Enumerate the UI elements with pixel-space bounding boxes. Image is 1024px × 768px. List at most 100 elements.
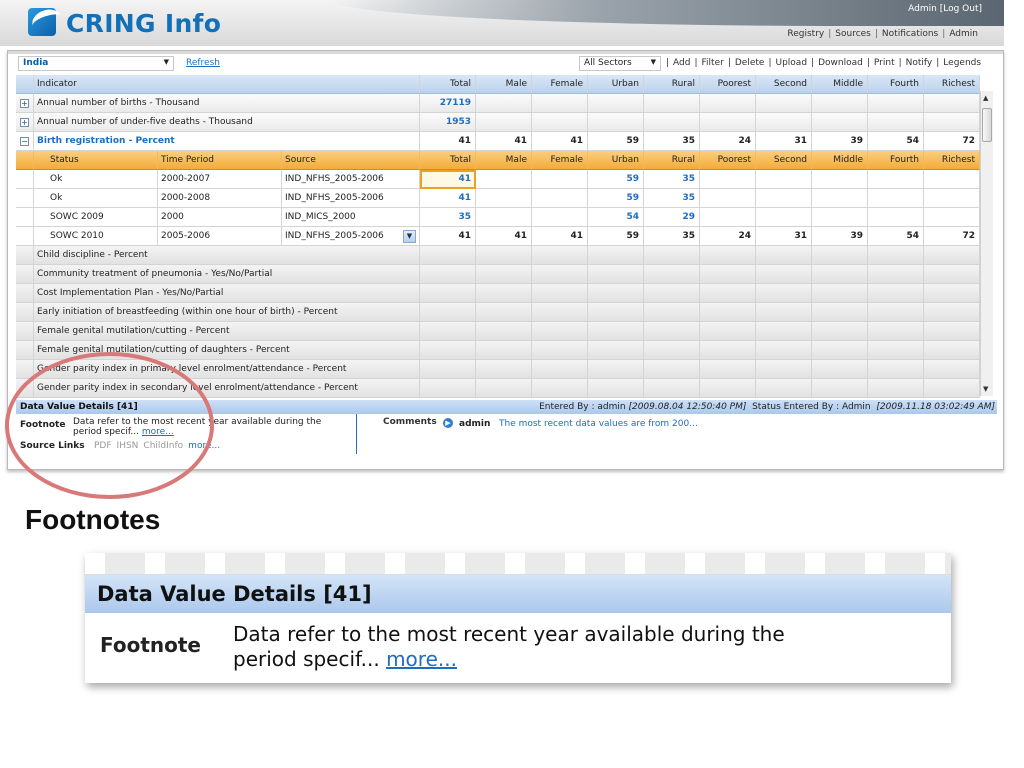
comment-text[interactable]: The most recent data values are from 200… (499, 419, 698, 429)
source-value[interactable]: 35 (644, 227, 700, 246)
indicator-value-cell[interactable] (420, 265, 476, 284)
indicator-value-cell[interactable] (924, 341, 980, 360)
column-header-female[interactable]: Female (532, 75, 588, 94)
source-value[interactable] (476, 189, 532, 208)
source-time-period[interactable]: 2000-2007 (158, 170, 282, 189)
source-value[interactable] (756, 208, 812, 227)
source-value[interactable] (812, 208, 868, 227)
indicator-value-cell[interactable] (644, 113, 700, 132)
sub-header-fourth[interactable]: Fourth (868, 151, 924, 170)
indicator-value-cell[interactable] (532, 94, 588, 113)
indicator-value-cell[interactable] (868, 284, 924, 303)
source-value[interactable]: 41 (420, 227, 476, 246)
indicator-value-cell[interactable] (868, 379, 924, 398)
source-value[interactable] (476, 170, 532, 189)
indicator-value-cell[interactable] (812, 379, 868, 398)
vertical-scrollbar[interactable]: ▲ ▼ (980, 91, 993, 396)
user-logout-link[interactable]: Admin [Log Out] (908, 4, 982, 14)
source-status[interactable]: Ok (34, 170, 158, 189)
source-value[interactable] (756, 170, 812, 189)
indicator-value-cell[interactable] (588, 265, 644, 284)
indicator-value-cell[interactable] (532, 284, 588, 303)
indicator-label[interactable]: Annual number of births - Thousand (34, 94, 420, 113)
source-value[interactable]: 39 (812, 227, 868, 246)
nav-sources[interactable]: Sources (835, 29, 871, 39)
indicator-value-cell[interactable] (756, 341, 812, 360)
indicator-value-cell[interactable] (812, 341, 868, 360)
sub-header-source[interactable]: Source (282, 151, 420, 170)
source-dropdown-icon[interactable]: ▼ (403, 230, 416, 243)
indicator-value-cell[interactable] (588, 303, 644, 322)
source-value[interactable]: 54 (588, 208, 644, 227)
indicator-value-cell[interactable] (756, 360, 812, 379)
scroll-down-icon[interactable]: ▼ (983, 385, 988, 393)
indicator-value-cell[interactable] (756, 284, 812, 303)
source-value[interactable] (812, 189, 868, 208)
source-value[interactable]: 54 (868, 227, 924, 246)
indicator-value-cell[interactable] (868, 113, 924, 132)
expand-cell[interactable]: + (16, 94, 34, 113)
indicator-value-cell[interactable] (700, 322, 756, 341)
indicator-label[interactable]: Annual number of under-five deaths - Tho… (34, 113, 420, 132)
source-value[interactable]: 35 (644, 170, 700, 189)
indicator-value-cell[interactable] (924, 379, 980, 398)
sub-header-second[interactable]: Second (756, 151, 812, 170)
indicator-value-cell[interactable] (644, 284, 700, 303)
indicator-value-cell[interactable] (476, 303, 532, 322)
indicator-value-cell[interactable] (476, 113, 532, 132)
indicator-value-cell[interactable] (924, 94, 980, 113)
indicator-value-cell[interactable] (420, 341, 476, 360)
source-value[interactable]: 59 (588, 170, 644, 189)
sector-select[interactable]: All Sectors ▼ (579, 56, 661, 71)
indicator-value-cell[interactable] (532, 379, 588, 398)
download-link[interactable]: Download (818, 58, 863, 68)
indicator-value-cell[interactable] (700, 246, 756, 265)
indicator-value-cell[interactable] (812, 322, 868, 341)
source-value[interactable] (812, 170, 868, 189)
filter-link[interactable]: Filter (702, 58, 724, 68)
indicator-value-cell[interactable] (924, 265, 980, 284)
source-status[interactable]: Ok (34, 189, 158, 208)
indicator-value[interactable]: 41 (420, 132, 476, 151)
indicator-value-cell[interactable] (476, 322, 532, 341)
indicator-value-cell[interactable] (588, 284, 644, 303)
column-header-second[interactable]: Second (756, 75, 812, 94)
indicator-value-cell[interactable] (756, 322, 812, 341)
indicator-value[interactable]: 31 (756, 132, 812, 151)
source-value[interactable] (700, 189, 756, 208)
refresh-link[interactable]: Refresh (186, 58, 220, 68)
indicator-value-cell[interactable] (700, 284, 756, 303)
indicator-value-cell[interactable] (700, 360, 756, 379)
nav-notifications[interactable]: Notifications (882, 29, 938, 39)
indicator-value-cell[interactable] (756, 94, 812, 113)
source-time-period[interactable]: 2000 (158, 208, 282, 227)
sub-header-total[interactable]: Total (420, 151, 476, 170)
source-name[interactable]: IND_NFHS_2005-2006 (282, 189, 420, 208)
source-value[interactable]: 72 (924, 227, 980, 246)
indicator-value-cell[interactable] (868, 341, 924, 360)
indicator-value-cell[interactable] (532, 246, 588, 265)
nav-registry[interactable]: Registry (787, 29, 824, 39)
source-status[interactable]: SOWC 2009 (34, 208, 158, 227)
indicator-value-cell[interactable] (644, 341, 700, 360)
indicator-value[interactable]: 35 (644, 132, 700, 151)
indicator-value-cell[interactable] (756, 379, 812, 398)
indicator-value-cell[interactable] (532, 113, 588, 132)
collapse-minus-icon[interactable]: − (20, 136, 29, 146)
indicator-value-cell[interactable] (420, 284, 476, 303)
indicator-value-cell[interactable] (812, 246, 868, 265)
column-header-poorest[interactable]: Poorest (700, 75, 756, 94)
source-value[interactable] (532, 170, 588, 189)
indicator-value[interactable]: 41 (532, 132, 588, 151)
column-header-urban[interactable]: Urban (588, 75, 644, 94)
source-value[interactable]: 24 (700, 227, 756, 246)
indicator-value-cell[interactable] (644, 360, 700, 379)
source-value[interactable]: 41 (420, 189, 476, 208)
source-value[interactable] (868, 189, 924, 208)
logo[interactable]: CRING Info (26, 5, 221, 40)
source-value[interactable] (868, 208, 924, 227)
scroll-thumb[interactable] (982, 108, 992, 142)
column-header-middle[interactable]: Middle (812, 75, 868, 94)
indicator-value-cell[interactable] (812, 360, 868, 379)
sub-header-urban[interactable]: Urban (588, 151, 644, 170)
